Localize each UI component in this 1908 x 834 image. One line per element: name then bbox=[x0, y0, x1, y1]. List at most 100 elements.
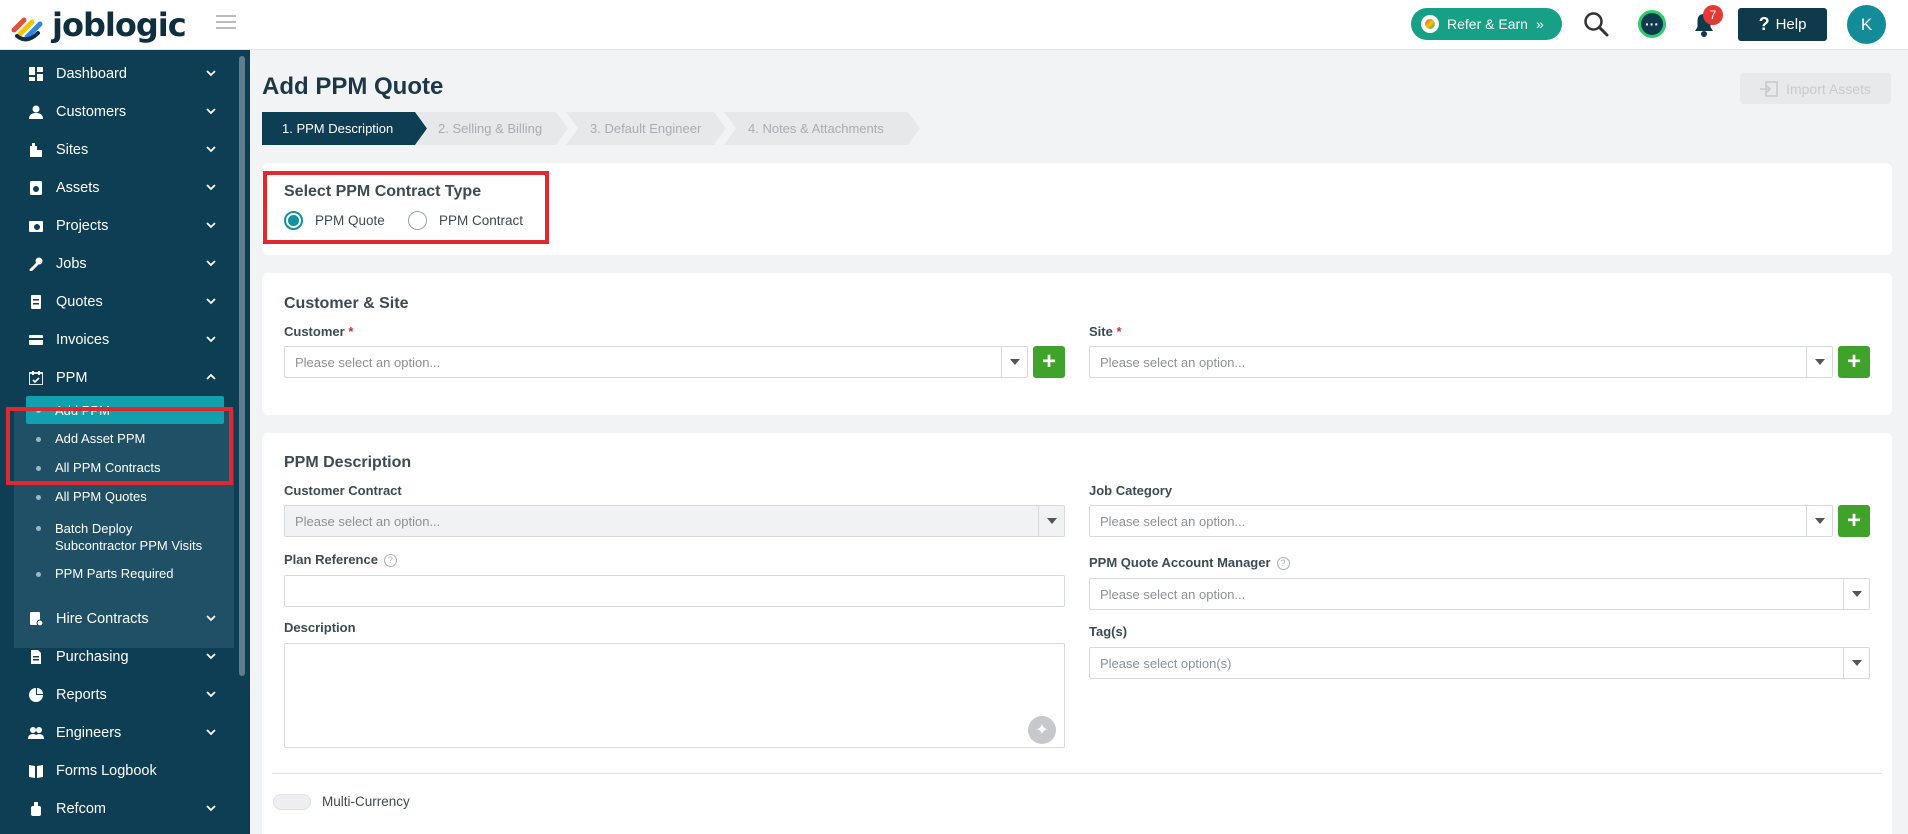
sub-item-label: PPM Parts Required bbox=[55, 566, 174, 581]
sidebar-item-invoices[interactable]: Invoices bbox=[0, 321, 236, 359]
sidebar-item-forms-logbook[interactable]: Forms Logbook bbox=[0, 752, 236, 790]
step-label: 2. Selling & Billing bbox=[438, 121, 543, 136]
refer-earn-button[interactable]: Refer & Earn » bbox=[1411, 8, 1562, 40]
tags-select[interactable]: Please select option(s) bbox=[1089, 647, 1870, 679]
plan-reference-label: Plan Reference? bbox=[284, 552, 397, 567]
step-label: 4. Notes & Attachments bbox=[748, 121, 884, 136]
sub-item-label: All PPM Quotes bbox=[55, 489, 147, 504]
logo-text: joblogic bbox=[52, 6, 187, 44]
sidebar-item-engineers[interactable]: Engineers bbox=[0, 714, 236, 752]
double-chevron-right-icon: » bbox=[1535, 16, 1544, 32]
sidebar-item-label: PPM bbox=[56, 370, 88, 386]
step-label: 3. Default Engineer bbox=[590, 121, 702, 136]
customer-label: Customer * bbox=[284, 324, 354, 339]
ppm-description-title: PPM Description bbox=[284, 454, 412, 471]
add-job-category-button[interactable]: + bbox=[1838, 505, 1870, 537]
sidebar-item-quotes[interactable]: Quotes bbox=[0, 283, 236, 321]
sidebar-item-hire-contracts[interactable]: Hire Contracts bbox=[0, 600, 236, 638]
multi-currency-toggle[interactable] bbox=[273, 794, 311, 810]
add-site-button[interactable]: + bbox=[1838, 346, 1870, 378]
sidebar-item-label: Forms Logbook bbox=[56, 763, 157, 779]
chevron-down-icon bbox=[206, 691, 216, 698]
ai-sparkle-icon[interactable]: ✦ bbox=[1028, 716, 1056, 744]
ppm-highlight-box bbox=[6, 407, 233, 485]
chevron-down-icon bbox=[1843, 648, 1869, 678]
customer-site-title: Customer & Site bbox=[284, 295, 409, 312]
sidebar-item-purchasing[interactable]: Purchasing bbox=[0, 638, 236, 676]
wrench-icon bbox=[28, 256, 44, 272]
help-circle-icon[interactable]: ? bbox=[1276, 557, 1290, 570]
book-icon bbox=[28, 763, 44, 779]
quote-icon bbox=[28, 294, 44, 310]
plan-reference-input[interactable] bbox=[284, 575, 1065, 607]
sidebar-item-customers[interactable]: Customers bbox=[0, 93, 236, 131]
plus-icon: + bbox=[1846, 507, 1861, 534]
chevron-down-icon bbox=[1038, 506, 1064, 536]
sidebar-item-reports[interactable]: Reports bbox=[0, 676, 236, 714]
customer-contract-select[interactable]: Please select an option... bbox=[284, 505, 1065, 537]
plus-icon: + bbox=[1041, 348, 1056, 375]
chevron-down-icon bbox=[206, 729, 216, 736]
chevron-down-icon bbox=[206, 298, 216, 305]
site-label: Site * bbox=[1089, 324, 1122, 339]
plus-icon: + bbox=[1846, 348, 1861, 375]
select-placeholder: Please select an option... bbox=[1100, 586, 1246, 602]
step-ppm-description[interactable]: 1. PPM Description bbox=[262, 112, 427, 145]
chevron-down-icon bbox=[1806, 506, 1832, 536]
calendar-icon bbox=[28, 370, 44, 386]
invoice-icon bbox=[28, 332, 44, 348]
search-icon[interactable] bbox=[1580, 8, 1612, 40]
chevron-down-icon bbox=[206, 146, 216, 153]
sidebar-item-label: Assets bbox=[56, 180, 100, 196]
step-notes-attachments[interactable]: 4. Notes & Attachments bbox=[724, 112, 920, 145]
engineers-icon bbox=[28, 725, 44, 741]
sidebar-item-jobs[interactable]: Jobs bbox=[0, 245, 236, 283]
divider bbox=[272, 773, 1882, 774]
job-category-label: Job Category bbox=[1089, 483, 1173, 498]
import-assets-button[interactable]: Import Assets bbox=[1740, 73, 1891, 104]
joblogic-logo[interactable]: joblogic bbox=[8, 6, 187, 44]
sidebar-item-ppm[interactable]: PPM bbox=[0, 359, 236, 397]
contract-type-highlight-box bbox=[263, 171, 549, 244]
customer-select[interactable]: Please select an option... bbox=[284, 346, 1028, 378]
step-default-engineer[interactable]: 3. Default Engineer bbox=[566, 112, 726, 145]
customer-contract-label: Customer Contract bbox=[284, 483, 402, 498]
import-icon bbox=[1760, 80, 1778, 97]
menu-toggle-icon[interactable] bbox=[216, 15, 236, 31]
sidebar-sub-batch-deploy[interactable]: Batch Deploy Subcontractor PPM Visits bbox=[36, 520, 216, 554]
select-placeholder: Please select an option... bbox=[1100, 354, 1246, 370]
sidebar-item-dashboard[interactable]: Dashboard bbox=[0, 55, 236, 93]
sidebar-item-label: Purchasing bbox=[56, 649, 129, 665]
account-manager-label: PPM Quote Account Manager? bbox=[1089, 555, 1290, 570]
description-textarea[interactable] bbox=[284, 643, 1065, 748]
avatar[interactable]: K bbox=[1847, 5, 1886, 44]
step-selling-billing[interactable]: 2. Selling & Billing bbox=[416, 112, 568, 145]
question-icon: ? bbox=[1758, 14, 1770, 34]
bullet-icon bbox=[36, 526, 41, 531]
sidebar-item-label: Customers bbox=[56, 104, 127, 120]
sidebar-item-refcom[interactable]: Refcom bbox=[0, 790, 236, 828]
customer-site-card bbox=[262, 273, 1892, 415]
sidebar-item-label: Reports bbox=[56, 687, 107, 703]
account-manager-select[interactable]: Please select an option... bbox=[1089, 578, 1870, 610]
chat-icon[interactable]: ··· bbox=[1636, 8, 1668, 40]
sidebar-sub-all-ppm-quotes[interactable]: All PPM Quotes bbox=[36, 489, 236, 504]
refer-label: Refer & Earn bbox=[1447, 16, 1528, 32]
chevron-down-icon bbox=[206, 222, 216, 229]
chevron-down-icon bbox=[206, 615, 216, 622]
sub-item-label: Batch Deploy Subcontractor PPM Visits bbox=[55, 521, 203, 553]
tags-label: Tag(s) bbox=[1089, 624, 1128, 639]
add-customer-button[interactable]: + bbox=[1033, 346, 1065, 378]
sidebar-item-sites[interactable]: Sites bbox=[0, 131, 236, 169]
site-select[interactable]: Please select an option... bbox=[1089, 346, 1833, 378]
help-button[interactable]: ? Help bbox=[1738, 8, 1827, 41]
chevron-down-icon bbox=[1843, 579, 1869, 609]
chevron-down-icon bbox=[206, 653, 216, 660]
sidebar-item-projects[interactable]: Projects bbox=[0, 207, 236, 245]
sidebar-item-assets[interactable]: Assets bbox=[0, 169, 236, 207]
sidebar-sub-ppm-parts[interactable]: PPM Parts Required bbox=[36, 566, 236, 581]
sidebar-scrollbar[interactable] bbox=[239, 56, 245, 676]
document-icon bbox=[28, 649, 44, 665]
help-circle-icon[interactable]: ? bbox=[383, 554, 397, 567]
job-category-select[interactable]: Please select an option... bbox=[1089, 505, 1833, 537]
